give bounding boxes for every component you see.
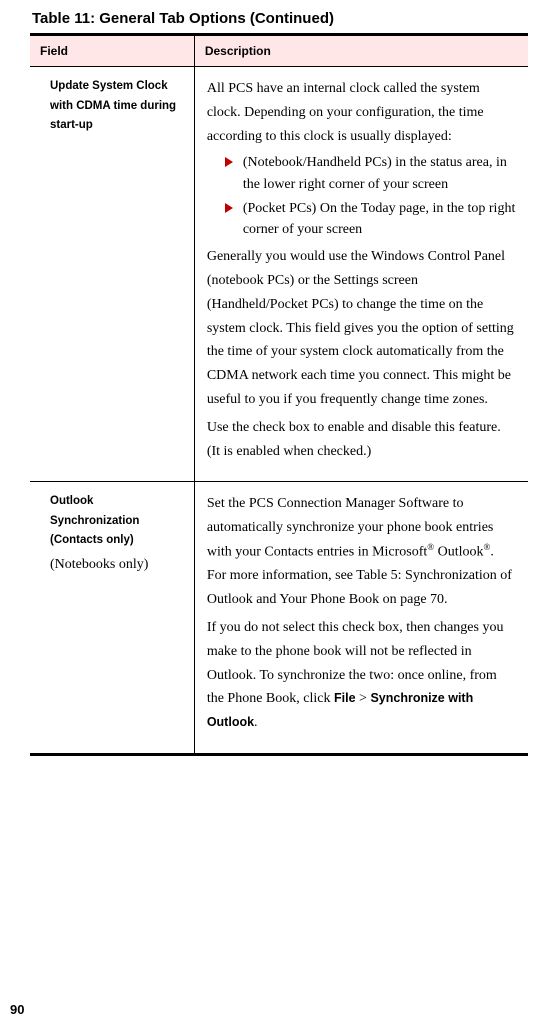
desc-text: Set the PCS Connection Manager Software … — [207, 492, 516, 612]
page-number: 90 — [10, 1002, 24, 1017]
text: . — [254, 715, 258, 730]
desc-text: Generally you would use the Windows Cont… — [207, 245, 516, 412]
desc-text: Use the check box to enable and disable … — [207, 416, 516, 464]
field-name: Outlook Synchronization (Contacts only) — [50, 495, 139, 546]
table-title: Table 11: General Tab Options (Continued… — [32, 10, 528, 27]
list-item: (Pocket PCs) On the Today page, in the t… — [225, 198, 516, 241]
desc-text: If you do not select this check box, the… — [207, 616, 516, 735]
col-field: Field — [30, 35, 194, 67]
list-item: (Notebook/Handheld PCs) in the status ar… — [225, 152, 516, 195]
ui-label-file: File — [334, 691, 356, 705]
field-cell: Update System Clock with CDMA time durin… — [30, 67, 194, 482]
table-row: Outlook Synchronization (Contacts only) … — [30, 482, 528, 755]
options-table: Field Description Update System Clock wi… — [30, 33, 528, 756]
desc-cell: All PCS have an internal clock called th… — [194, 67, 528, 482]
page: Table 11: General Tab Options (Continued… — [0, 0, 558, 1027]
desc-cell: Set the PCS Connection Manager Software … — [194, 482, 528, 755]
text: Outlook — [434, 545, 483, 560]
field-name: Update System Clock with CDMA time durin… — [50, 80, 176, 131]
bullet-list: (Notebook/Handheld PCs) in the status ar… — [207, 152, 516, 241]
separator: > — [356, 691, 371, 706]
field-note: (Notebooks only) — [50, 553, 182, 577]
table-row: Update System Clock with CDMA time durin… — [30, 67, 528, 482]
col-description: Description — [194, 35, 528, 67]
desc-text: All PCS have an internal clock called th… — [207, 77, 516, 148]
field-cell: Outlook Synchronization (Contacts only) … — [30, 482, 194, 755]
